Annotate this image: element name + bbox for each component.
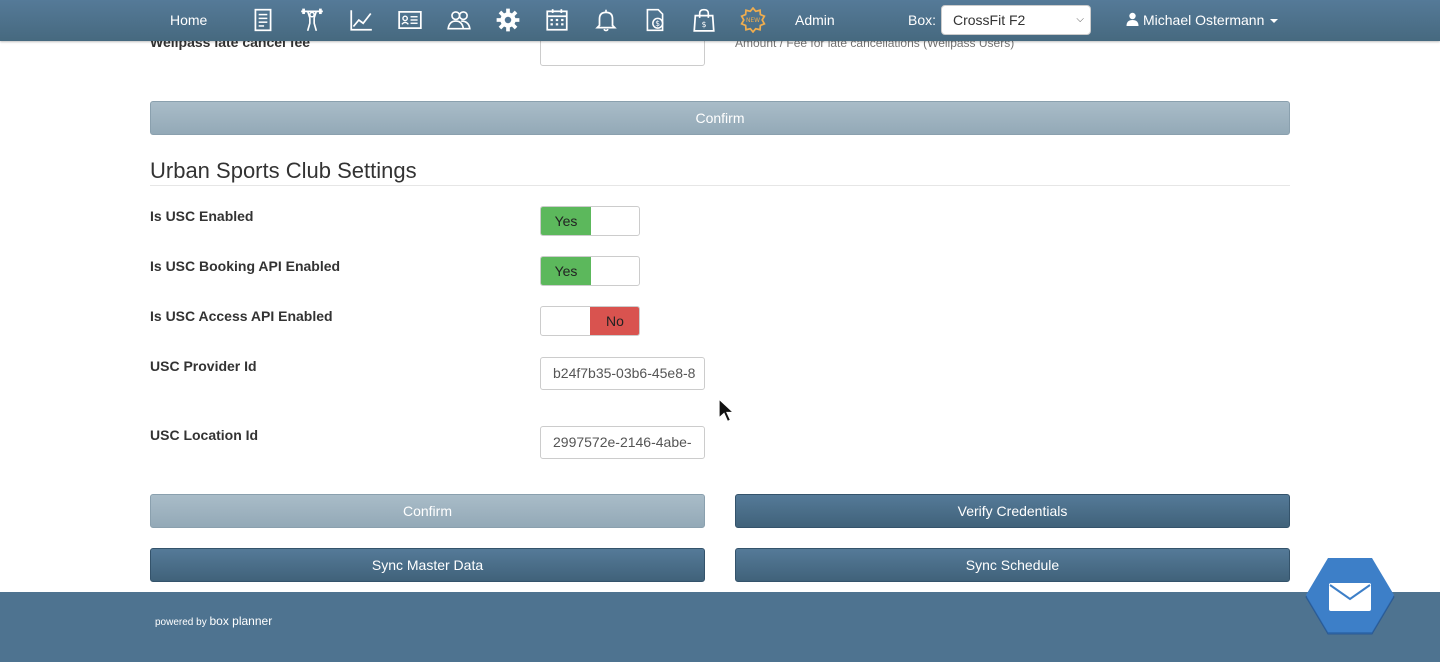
caret-down-icon: [1270, 19, 1279, 24]
powered-by-label: powered by: [155, 617, 207, 628]
chevron-down-icon: ⌵: [1076, 14, 1084, 25]
svg-text:$: $: [655, 19, 660, 28]
settings-gear-icon[interactable]: [493, 6, 523, 34]
usc-confirm-button[interactable]: Confirm: [150, 494, 705, 528]
contact-mail-button[interactable]: [1304, 556, 1396, 638]
usc-section-title: Urban Sports Club Settings: [150, 158, 417, 183]
chart-icon[interactable]: [346, 6, 376, 34]
user-menu[interactable]: Michael Ostermann: [1126, 0, 1279, 41]
box-label: Box:: [908, 12, 937, 28]
mail-icon: [1305, 558, 1395, 635]
nav-admin-link[interactable]: Admin: [795, 0, 835, 41]
usc-provider-id-input[interactable]: b24f7b35-03b6-45e8-8: [540, 357, 705, 390]
mouse-cursor-icon: [718, 398, 736, 423]
powered-by-text: powered by box planner: [155, 614, 272, 628]
sync-master-data-button[interactable]: Sync Master Data: [150, 548, 705, 582]
usc-booking-api-yes: Yes: [541, 257, 591, 285]
documents-icon[interactable]: [248, 6, 278, 34]
section-divider: [150, 185, 1290, 186]
id-card-icon[interactable]: [395, 6, 425, 34]
verify-credentials-button[interactable]: Verify Credentials: [735, 494, 1290, 528]
usc-booking-api-label: Is USC Booking API Enabled: [150, 258, 341, 274]
new-badge-icon[interactable]: NEW: [738, 6, 768, 34]
top-navbar: Home $ $ NEW Admin Box: CrossFit F2 ⌵ Mi…: [0, 0, 1440, 41]
usc-access-api-toggle[interactable]: No: [540, 306, 640, 336]
svg-text:$: $: [702, 20, 707, 29]
page-footer: powered by box planner: [0, 592, 1440, 662]
bell-icon[interactable]: [591, 6, 621, 34]
footer-brand: box planner: [209, 614, 273, 628]
usc-location-id-label: USC Location Id: [150, 427, 259, 443]
shop-bag-icon[interactable]: $: [689, 6, 719, 34]
athlete-icon[interactable]: [297, 6, 327, 34]
usc-booking-api-toggle[interactable]: Yes: [540, 256, 640, 286]
usc-enabled-label: Is USC Enabled: [150, 208, 254, 224]
usc-access-api-no: No: [590, 307, 639, 335]
svg-text:NEW: NEW: [746, 17, 760, 24]
sync-schedule-button[interactable]: Sync Schedule: [735, 548, 1290, 582]
user-icon: [1126, 12, 1139, 26]
wellpass-confirm-button[interactable]: Confirm: [150, 101, 1290, 135]
box-select-value: CrossFit F2: [953, 12, 1026, 28]
invoice-icon[interactable]: $: [640, 6, 670, 34]
usc-provider-id-label: USC Provider Id: [150, 358, 257, 374]
usc-enabled-yes: Yes: [541, 207, 591, 235]
box-select[interactable]: CrossFit F2 ⌵: [941, 5, 1091, 35]
usc-enabled-toggle[interactable]: Yes: [540, 206, 640, 236]
user-name: Michael Ostermann: [1143, 12, 1265, 28]
calendar-icon[interactable]: [542, 6, 572, 34]
members-icon[interactable]: [444, 6, 474, 34]
nav-home-link[interactable]: Home: [170, 0, 207, 41]
usc-access-api-label: Is USC Access API Enabled: [150, 308, 333, 324]
usc-location-id-input[interactable]: 2997572e-2146-4abe-: [540, 426, 705, 459]
